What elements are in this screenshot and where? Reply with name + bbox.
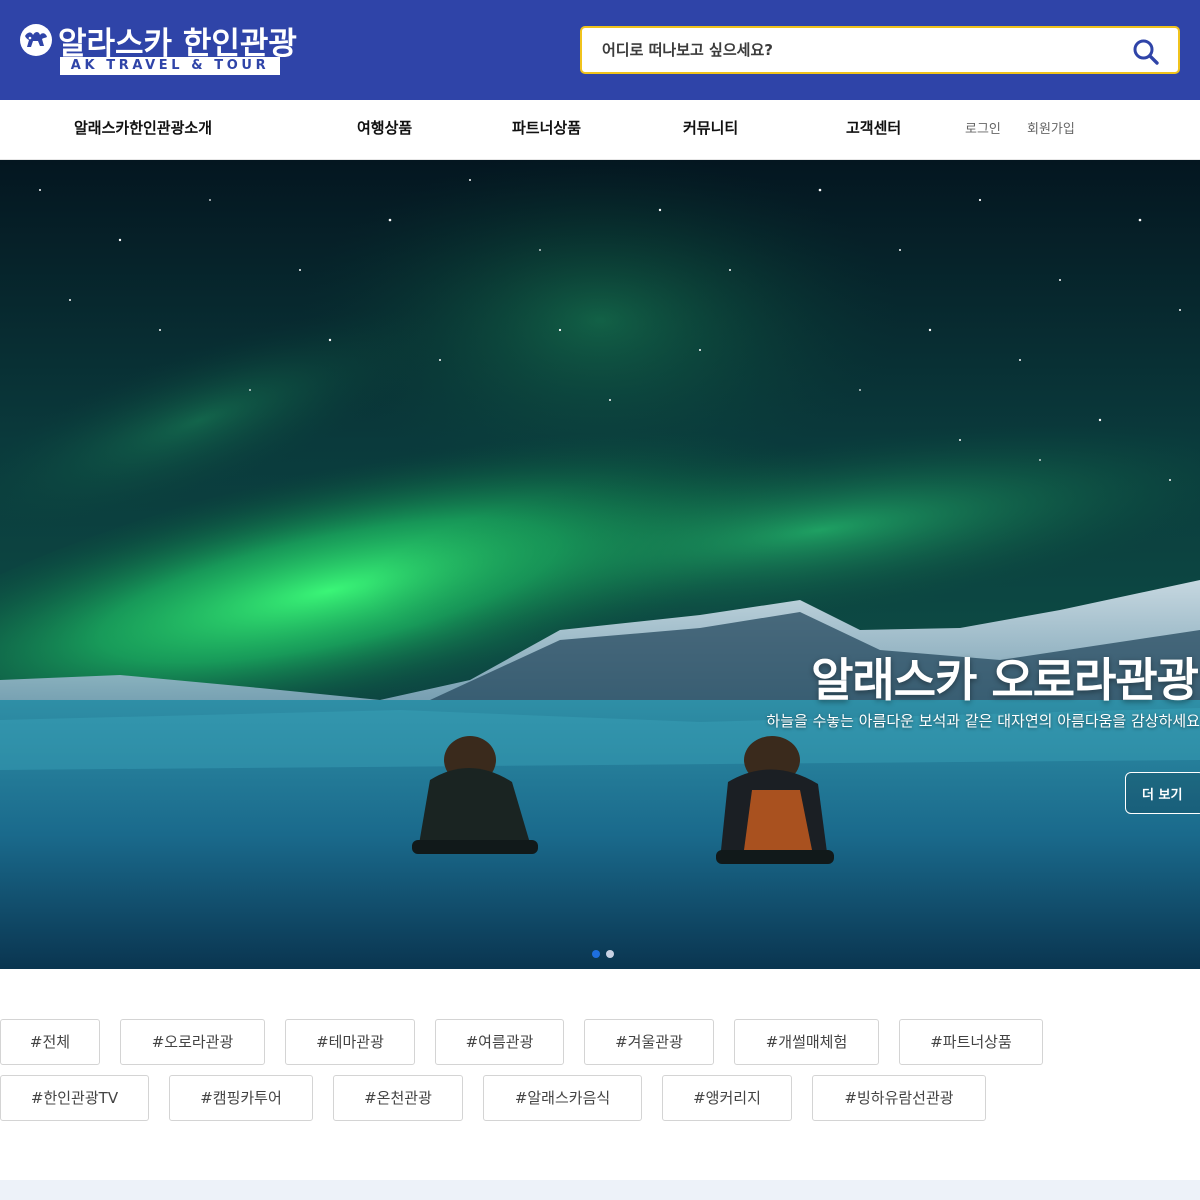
tag-summer[interactable]: #여름관광 bbox=[435, 1019, 564, 1065]
signup-link[interactable]: 회원가입 bbox=[1027, 100, 1075, 160]
nav-item-partner-products[interactable]: 파트너상품 bbox=[512, 100, 581, 160]
slider-dot-active[interactable] bbox=[592, 950, 600, 958]
tag-glacier-cruise[interactable]: #빙하유람선관광 bbox=[812, 1075, 986, 1121]
hero-aurora-image bbox=[0, 160, 1200, 969]
nav-item-about[interactable]: 알래스카한인관광소개 bbox=[74, 100, 212, 160]
tag-partner[interactable]: #파트너상품 bbox=[899, 1019, 1043, 1065]
site-logo[interactable]: 알라스카 한인관광 AK TRAVEL & TOUR bbox=[18, 20, 297, 80]
main-nav: 알래스카한인관광소개 여행상품 파트너상품 커뮤니티 고객센터 로그인 회원가입 bbox=[0, 100, 1200, 160]
hero-slider: 알래스카 오로라관광 하늘을 수놓는 아름다운 보석과 같은 대자연의 아름다움… bbox=[0, 160, 1200, 969]
tag-alaska-food[interactable]: #알래스카음식 bbox=[483, 1075, 642, 1121]
tag-hot-spring[interactable]: #온천관광 bbox=[333, 1075, 463, 1121]
search-input[interactable] bbox=[602, 28, 1122, 72]
logo-subtitle: AK TRAVEL & TOUR bbox=[60, 57, 280, 75]
hero-subtitle: 하늘을 수놓는 아름다운 보석과 같은 대자연의 아름다움을 감상하세요 bbox=[766, 712, 1200, 730]
tag-korean-tour-tv[interactable]: #한인관광TV bbox=[0, 1075, 149, 1121]
tag-camping-car[interactable]: #캠핑카투어 bbox=[169, 1075, 313, 1121]
tag-dogsled[interactable]: #개썰매체험 bbox=[734, 1019, 879, 1065]
search-icon[interactable] bbox=[1132, 38, 1160, 66]
hero-title: 알래스카 오로라관광 bbox=[811, 653, 1199, 707]
nav-item-community[interactable]: 커뮤니티 bbox=[683, 100, 738, 160]
tag-winter[interactable]: #겨울관광 bbox=[584, 1019, 714, 1065]
slider-dot[interactable] bbox=[606, 950, 614, 958]
search-box bbox=[580, 26, 1180, 74]
tag-anchorage[interactable]: #앵커리지 bbox=[662, 1075, 792, 1121]
tag-theme[interactable]: #테마관광 bbox=[285, 1019, 415, 1065]
hero-more-button[interactable]: 더 보기 bbox=[1125, 772, 1200, 814]
tag-all[interactable]: #전체 bbox=[0, 1019, 100, 1065]
tag-aurora[interactable]: #오로라관광 bbox=[120, 1019, 265, 1065]
site-header: 알라스카 한인관광 AK TRAVEL & TOUR bbox=[0, 0, 1200, 100]
moose-logo-icon bbox=[20, 24, 52, 56]
login-link[interactable]: 로그인 bbox=[965, 100, 1001, 160]
nav-item-tour-products[interactable]: 여행상품 bbox=[357, 100, 412, 160]
nav-item-customer-center[interactable]: 고객센터 bbox=[846, 100, 901, 160]
next-section-band bbox=[0, 1180, 1200, 1200]
